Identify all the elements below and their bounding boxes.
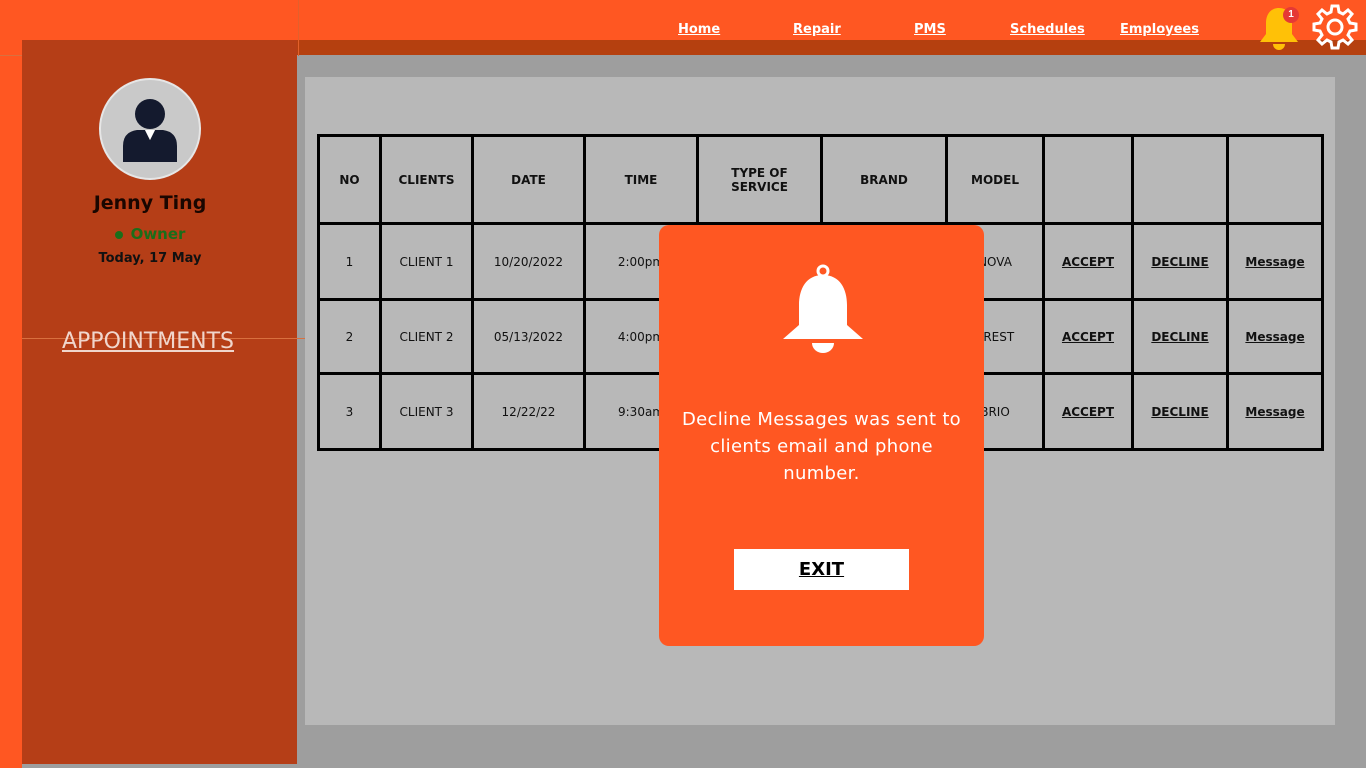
notification-count-badge: 1 — [1283, 7, 1299, 23]
role-label: Owner — [130, 225, 186, 243]
modal-message: Decline Messages was sent to clients ema… — [682, 409, 961, 484]
gear-icon[interactable] — [1312, 4, 1358, 50]
decline-confirmation-modal: Decline Messages was sent to clients ema… — [659, 225, 984, 646]
avatar — [99, 78, 201, 180]
cell-client: CLIENT 2 — [379, 298, 474, 375]
accept-cell: ACCEPT — [1042, 372, 1134, 451]
decline-button[interactable]: DECLINE — [1151, 405, 1208, 419]
cell-no: 2 — [317, 298, 382, 375]
message-button[interactable]: Message — [1245, 255, 1304, 269]
nav-repair[interactable]: Repair — [793, 22, 841, 37]
nav-employees[interactable]: Employees — [1120, 22, 1199, 37]
col-header-brand: BRAND — [820, 134, 948, 225]
col-header-time: TIME — [583, 134, 699, 225]
col-header-decline — [1131, 134, 1229, 225]
cell-client: CLIENT 3 — [379, 372, 474, 451]
col-header-date: DATE — [471, 134, 586, 225]
message-button[interactable]: Message — [1245, 330, 1304, 344]
cell-no: 1 — [317, 222, 382, 301]
exit-button[interactable]: EXIT — [734, 549, 909, 590]
cell-date: 12/22/22 — [471, 372, 586, 451]
col-header-message — [1226, 134, 1324, 225]
accept-cell: ACCEPT — [1042, 298, 1134, 375]
cell-client: CLIENT 1 — [379, 222, 474, 301]
col-header-clients: CLIENTS — [379, 134, 474, 225]
status-dot — [114, 230, 123, 239]
accept-button[interactable]: ACCEPT — [1062, 405, 1114, 419]
decline-cell: DECLINE — [1131, 222, 1229, 301]
table-header-row: NO CLIENTS DATE TIME TYPE OF SERVICE BRA… — [317, 134, 1324, 225]
decline-cell: DECLINE — [1131, 298, 1229, 375]
col-header-service: TYPE OF SERVICE — [696, 134, 823, 225]
sidebar-item-appointments[interactable]: APPOINTMENTS — [22, 329, 274, 354]
nav-home[interactable]: Home — [678, 22, 720, 37]
col-header-accept — [1042, 134, 1134, 225]
topbar-divider — [298, 0, 299, 56]
message-cell: Message — [1226, 372, 1324, 451]
cell-date: 05/13/2022 — [471, 298, 586, 375]
nav-pms[interactable]: PMS — [914, 22, 946, 37]
user-icon — [123, 99, 177, 162]
message-cell: Message — [1226, 222, 1324, 301]
sidebar-edge-line — [0, 55, 22, 56]
today-date: Today, 17 May — [98, 251, 202, 266]
accept-button[interactable]: ACCEPT — [1062, 330, 1114, 344]
message-button[interactable]: Message — [1245, 405, 1304, 419]
decline-button[interactable]: DECLINE — [1151, 255, 1208, 269]
accept-cell: ACCEPT — [1042, 222, 1134, 301]
cell-no: 3 — [317, 372, 382, 451]
cell-date: 10/20/2022 — [471, 222, 586, 301]
accept-button[interactable]: ACCEPT — [1062, 255, 1114, 269]
col-header-no: NO — [317, 134, 382, 225]
decline-cell: DECLINE — [1131, 372, 1229, 451]
user-role: Owner — [22, 225, 278, 243]
nav-schedules[interactable]: Schedules — [1010, 22, 1085, 37]
decline-button[interactable]: DECLINE — [1151, 330, 1208, 344]
message-cell: Message — [1226, 298, 1324, 375]
user-name: Jenny Ting — [93, 192, 207, 214]
bell-icon — [783, 264, 863, 353]
col-header-model: MODEL — [945, 134, 1045, 225]
